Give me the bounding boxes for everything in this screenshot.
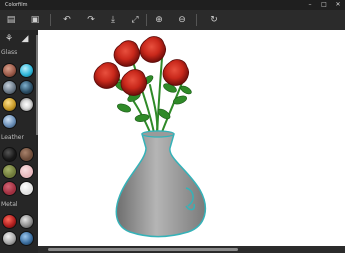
sidebar: ⚘ ◢ Glass Leather Metal <box>0 30 38 253</box>
title-bar: Colorfilm – □ ✕ <box>0 0 345 10</box>
undo-icon[interactable]: ↶ <box>60 13 74 27</box>
zoom-out-icon[interactable]: ⊖ <box>175 13 189 27</box>
artwork <box>93 36 207 238</box>
redo-icon[interactable]: ↷ <box>84 13 98 27</box>
swatch-metal-2[interactable] <box>19 214 34 229</box>
toolbar-separator <box>196 14 197 26</box>
palette-icon[interactable]: ⚘ <box>4 34 14 44</box>
swatch-leather-3[interactable] <box>2 164 17 179</box>
refresh-icon[interactable]: ↻ <box>207 13 221 27</box>
vase <box>115 130 207 238</box>
maximize-icon[interactable]: □ <box>317 0 331 10</box>
drawing-canvas[interactable] <box>38 30 345 246</box>
swatch-leather-6[interactable] <box>19 181 34 196</box>
swatch-glass-1[interactable] <box>2 63 17 78</box>
swatch-metal-1[interactable] <box>2 214 17 229</box>
fill-icon[interactable]: ◢ <box>20 34 30 44</box>
swatch-leather-5[interactable] <box>2 181 17 196</box>
image-icon[interactable]: ▣ <box>28 13 42 27</box>
scrollbar-thumb[interactable] <box>48 248 238 251</box>
swatch-glass-4[interactable] <box>19 80 34 95</box>
save-icon[interactable]: ▤ <box>4 13 18 27</box>
toolbar-separator <box>146 14 147 26</box>
vase-rim <box>141 130 175 138</box>
fullscreen-icon[interactable]: ⤢ <box>128 13 142 27</box>
minimize-icon[interactable]: – <box>303 0 317 10</box>
canvas-horizontal-scrollbar[interactable] <box>38 246 345 253</box>
swatch-glass-7[interactable] <box>2 114 17 129</box>
swatch-leather-2[interactable] <box>19 147 34 162</box>
swatch-leather-4[interactable] <box>19 164 34 179</box>
toolbar: ▤ ▣ ↶ ↷ ⤓ ⤢ ⊕ ⊖ ↻ <box>0 10 345 30</box>
swatch-glass-2[interactable] <box>19 63 34 78</box>
swatch-glass-3[interactable] <box>2 80 17 95</box>
section-glass-label: Glass <box>1 49 18 56</box>
section-leather-label: Leather <box>1 134 24 141</box>
window-title: Colorfilm <box>5 2 28 8</box>
close-icon[interactable]: ✕ <box>331 0 345 10</box>
swatch-metal-4[interactable] <box>19 231 34 246</box>
swatch-leather-1[interactable] <box>2 147 17 162</box>
section-metal-label: Metal <box>1 201 18 208</box>
zoom-in-icon[interactable]: ⊕ <box>152 13 166 27</box>
download-icon[interactable]: ⤓ <box>106 13 120 27</box>
swatch-metal-3[interactable] <box>2 231 17 246</box>
swatch-glass-5[interactable] <box>2 97 17 112</box>
swatch-glass-6[interactable] <box>19 97 34 112</box>
toolbar-separator <box>50 14 51 26</box>
